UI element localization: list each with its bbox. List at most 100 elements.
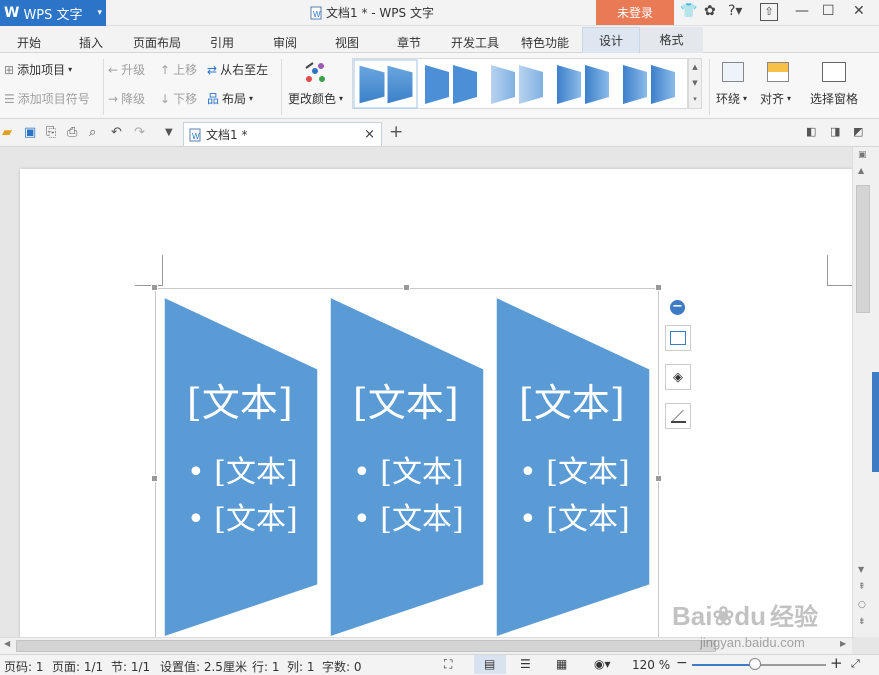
status-section[interactable]: 节: 1/1 [111, 658, 150, 675]
shape-2-bullet-2[interactable]: • [文本] [353, 494, 464, 538]
save-icon[interactable]: ▣ [24, 125, 36, 140]
new-tab-icon[interactable]: + [389, 122, 403, 142]
layout-options-button[interactable] [665, 325, 691, 351]
status-pages[interactable]: 页面: 1/1 [52, 658, 103, 675]
next-page-icon[interactable]: ⇟ [858, 617, 866, 627]
promote-label: 升级 [121, 63, 146, 77]
minimize-icon[interactable]: — [795, 3, 809, 19]
document-tab-label: 文档1 * [206, 128, 248, 142]
wrap-button[interactable]: 环绕 ▾ [716, 90, 747, 107]
move-down-button[interactable]: ↓ 下移 [160, 90, 197, 107]
login-button[interactable]: 未登录 [596, 0, 674, 25]
status-setting[interactable]: 设置值: 2.5厘米 [160, 658, 247, 675]
redo-icon[interactable]: ↷ [134, 125, 145, 140]
layout-button[interactable]: 品布局 ▾ [207, 90, 253, 107]
tab-chapter[interactable]: 章节 [397, 34, 421, 51]
paw-icon: ❀ [712, 601, 735, 631]
resize-handle[interactable] [403, 284, 410, 291]
zoom-out-icon[interactable]: − [676, 655, 688, 671]
status-page-number[interactable]: 页码: 1 [4, 658, 44, 675]
doc-action-icon-3[interactable]: ◩ [853, 125, 863, 138]
scroll-right-icon[interactable]: ▶ [840, 639, 846, 648]
skin-icon[interactable]: 👕 [680, 3, 697, 19]
tab-review[interactable]: 审阅 [273, 34, 297, 51]
open-folder-icon[interactable]: ▰ [2, 125, 12, 140]
shape-2-bullet-1[interactable]: • [文本] [353, 447, 464, 491]
chevron-down-icon: ▾ [743, 94, 748, 103]
demote-button[interactable]: → 降级 [108, 90, 145, 107]
status-word-count[interactable]: 字数: 0 [322, 658, 362, 675]
restore-icon[interactable]: ⇧ [760, 3, 778, 21]
style-gallery[interactable] [352, 58, 688, 109]
web-view-icon[interactable]: ▦ [556, 657, 567, 671]
scroll-up-icon[interactable]: ▣ [858, 150, 867, 160]
tab-page-layout[interactable]: 页面布局 [133, 34, 181, 51]
resize-handle[interactable] [655, 475, 662, 482]
shape-2-title[interactable]: [文本] [353, 372, 459, 427]
scroll-left-icon[interactable]: ◀ [4, 639, 10, 648]
tab-developer[interactable]: 开发工具 [451, 34, 499, 51]
gallery-scroll[interactable]: ▲ ▼ ▾ [688, 58, 702, 109]
move-up-button[interactable]: ↑ 上移 [160, 61, 197, 78]
prev-page-icon[interactable]: ⇞ [858, 582, 866, 592]
print-icon[interactable]: ⎙ [67, 125, 77, 140]
help-icon[interactable]: ?▾ [728, 3, 742, 19]
zoom-slider-thumb[interactable] [748, 658, 761, 670]
fullscreen-icon[interactable]: ⛶ [444, 657, 452, 672]
zoom-level[interactable]: 120 % [632, 658, 670, 672]
resize-handle[interactable] [655, 284, 662, 291]
add-item-button[interactable]: ⊞ 添加项目 ▾ [4, 61, 72, 78]
shape-3-bullet-2[interactable]: • [文本] [519, 494, 630, 538]
tab-design[interactable]: 设计 [582, 27, 640, 54]
change-colors-button[interactable]: 更改颜色 ▾ [288, 90, 343, 107]
close-tab-icon[interactable]: × [364, 127, 375, 142]
close-icon[interactable]: ✕ [853, 3, 865, 19]
vertical-scroll-thumb[interactable] [856, 185, 870, 313]
customize-dropdown-icon[interactable]: ▼ [165, 127, 173, 138]
undo-icon[interactable]: ↶ [111, 125, 122, 140]
outline-view-icon[interactable]: ☰ [520, 657, 531, 671]
reading-mode-icon[interactable]: ◉▾ [594, 657, 611, 671]
document-tab[interactable]: W 文档1 * × [183, 122, 382, 146]
page-view-button[interactable]: ▤ [474, 655, 506, 674]
resize-handle[interactable] [151, 475, 158, 482]
tab-start[interactable]: 开始 [17, 34, 41, 51]
tab-insert[interactable]: 插入 [79, 34, 103, 51]
tab-view[interactable]: 视图 [335, 34, 359, 51]
status-row[interactable]: 行: 1 [252, 658, 280, 675]
doc-action-icon-2[interactable]: ◨ [830, 125, 840, 138]
tab-format[interactable]: 格式 [640, 27, 703, 54]
print-preview-icon[interactable]: ⌕ [89, 125, 96, 140]
shape-3-bullet-1[interactable]: • [文本] [519, 447, 630, 491]
promote-button[interactable]: ← 升级 [108, 61, 145, 78]
selection-pane-button[interactable]: 选择窗格 [810, 90, 858, 107]
resize-handle[interactable] [151, 284, 158, 291]
zoom-in-icon[interactable]: + [830, 654, 843, 672]
move-up-label: 上移 [173, 63, 198, 77]
select-browse-icon[interactable]: ○ [858, 600, 866, 610]
shape-1-bullet-1[interactable]: • [文本] [187, 447, 298, 491]
add-bullet-button[interactable]: ☰ 添加项目符号 [4, 90, 90, 107]
shape-3-title[interactable]: [文本] [519, 372, 625, 427]
fill-button[interactable]: ◈ [665, 364, 691, 390]
doc-action-icon[interactable]: ◧ [806, 125, 816, 138]
collapse-icon[interactable]: − [670, 300, 685, 315]
shape-1-bullet-2[interactable]: • [文本] [187, 494, 298, 538]
outline-button[interactable] [665, 403, 691, 429]
scroll-arrow-down-icon[interactable]: ▼ [858, 565, 864, 574]
scroll-arrow-up-icon[interactable]: ▲ [858, 166, 864, 175]
app-menu-button[interactable]: W WPS 文字 ▾ [0, 0, 106, 26]
shape-1-title[interactable]: [文本] [187, 372, 293, 427]
chat-icon[interactable]: ✿ [704, 3, 716, 19]
tab-references[interactable]: 引用 [210, 34, 234, 51]
export-pdf-icon[interactable]: ⎘ [46, 125, 56, 140]
layout-label: 布局 [222, 92, 247, 106]
horizontal-scroll-thumb[interactable] [16, 640, 716, 652]
tab-features[interactable]: 特色功能 [521, 34, 569, 51]
right-to-left-button[interactable]: ⇄ 从右至左 [207, 61, 268, 78]
fit-window-icon[interactable]: ⤢ [851, 657, 860, 671]
status-column[interactable]: 列: 1 [287, 658, 315, 675]
align-button[interactable]: 对齐 ▾ [760, 90, 791, 107]
side-panel-toggle[interactable] [872, 372, 879, 472]
maximize-icon[interactable]: ☐ [822, 3, 835, 19]
